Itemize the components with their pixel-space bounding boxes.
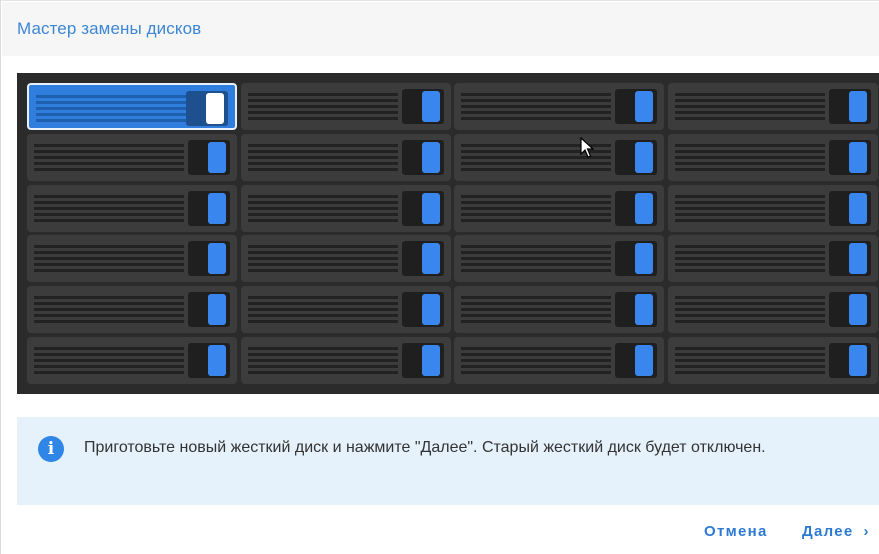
info-banner: i Приготовьте новый жесткий диск и нажми… bbox=[17, 417, 879, 505]
drive-status-led bbox=[848, 294, 867, 326]
drive-vent-lines bbox=[461, 194, 611, 222]
drive-status-led bbox=[635, 345, 653, 376]
drive-bay-2-2[interactable] bbox=[240, 133, 451, 181]
drive-bay-6-3[interactable] bbox=[454, 337, 664, 384]
info-icon: i bbox=[38, 436, 64, 462]
dialog-header: Мастер замены дисков bbox=[2, 2, 879, 56]
disk-replacement-wizard: Мастер замены дисков i Приготовьте новый… bbox=[0, 0, 879, 554]
drive-vent-lines bbox=[674, 245, 825, 273]
drive-bay-5-4[interactable] bbox=[667, 286, 878, 334]
drive-bay-6-2[interactable] bbox=[240, 337, 451, 384]
drive-vent-lines bbox=[461, 93, 611, 120]
drive-status-led bbox=[421, 141, 440, 173]
drive-chassis bbox=[17, 73, 879, 394]
drive-bay-4-3[interactable] bbox=[454, 235, 664, 283]
drive-vent-lines bbox=[247, 347, 398, 374]
drive-bay-1-4[interactable] bbox=[667, 83, 878, 130]
info-message: Приготовьте новый жесткий диск и нажмите… bbox=[84, 439, 766, 456]
drive-status-led bbox=[635, 141, 653, 173]
drive-vent-lines bbox=[34, 245, 184, 273]
drive-bay-4-4[interactable] bbox=[667, 235, 878, 283]
drive-bay-2-4[interactable] bbox=[667, 133, 878, 181]
drive-bay-6-4[interactable] bbox=[667, 337, 878, 384]
drive-vent-lines bbox=[34, 143, 184, 171]
drive-status-led bbox=[848, 141, 867, 173]
drive-vent-lines bbox=[34, 194, 184, 222]
drive-vent-lines bbox=[34, 347, 184, 374]
drive-vent-lines bbox=[461, 347, 611, 374]
drive-status-led bbox=[206, 93, 224, 124]
drive-bay-3-2[interactable] bbox=[240, 184, 451, 232]
drive-vent-lines bbox=[461, 296, 611, 324]
mouse-cursor-icon bbox=[580, 137, 594, 158]
drive-vent-lines bbox=[36, 95, 186, 122]
drive-vent-lines bbox=[247, 296, 398, 324]
drive-bay-3-4[interactable] bbox=[667, 184, 878, 232]
drive-bay-4-2[interactable] bbox=[240, 235, 451, 283]
drive-bay-3-3[interactable] bbox=[454, 184, 664, 232]
drive-status-led bbox=[635, 192, 653, 224]
drive-status-led bbox=[208, 294, 226, 326]
drive-status-led bbox=[635, 294, 653, 326]
next-button[interactable]: Далее › bbox=[802, 523, 870, 540]
cancel-button[interactable]: Отмена bbox=[704, 523, 768, 540]
drive-vent-lines bbox=[674, 296, 825, 324]
drive-status-led bbox=[848, 345, 867, 376]
drive-status-led bbox=[421, 294, 440, 326]
drive-vent-lines bbox=[247, 194, 398, 222]
drive-bay-3-1[interactable] bbox=[27, 184, 237, 232]
drive-status-led bbox=[421, 192, 440, 224]
drive-status-led bbox=[421, 91, 440, 122]
drive-status-led bbox=[208, 345, 226, 376]
next-button-label: Далее bbox=[802, 523, 854, 540]
drive-bay-1-2[interactable] bbox=[240, 83, 451, 130]
drive-vent-lines bbox=[674, 347, 825, 374]
drive-status-led bbox=[848, 91, 867, 122]
drive-vent-lines bbox=[461, 245, 611, 273]
drive-vent-lines bbox=[674, 93, 825, 120]
drive-bay-5-2[interactable] bbox=[240, 286, 451, 334]
drive-status-led bbox=[848, 243, 867, 275]
drive-bay-5-1[interactable] bbox=[27, 286, 237, 334]
chevron-right-icon: › bbox=[863, 523, 870, 540]
drive-bay-1-3[interactable] bbox=[454, 83, 664, 130]
drive-vent-lines bbox=[247, 93, 398, 120]
drive-bay-6-1[interactable] bbox=[27, 337, 237, 384]
drive-status-led bbox=[208, 243, 226, 275]
drive-status-led bbox=[421, 243, 440, 275]
drive-status-led bbox=[421, 345, 440, 376]
drive-bay-5-3[interactable] bbox=[454, 286, 664, 334]
drive-vent-lines bbox=[674, 143, 825, 171]
drive-bay-1-1[interactable] bbox=[27, 83, 237, 130]
drive-bay-4-1[interactable] bbox=[27, 235, 237, 283]
drive-vent-lines bbox=[247, 143, 398, 171]
drive-bay-2-3[interactable] bbox=[454, 133, 664, 181]
drive-status-led bbox=[208, 141, 226, 173]
drive-status-led bbox=[635, 243, 653, 275]
drive-vent-lines bbox=[34, 296, 184, 324]
drive-bay-2-1[interactable] bbox=[27, 133, 237, 181]
drive-status-led bbox=[848, 192, 867, 224]
drive-status-led bbox=[635, 91, 653, 122]
drive-vent-lines bbox=[674, 194, 825, 222]
drive-vent-lines bbox=[247, 245, 398, 273]
drive-status-led bbox=[208, 192, 226, 224]
dialog-title: Мастер замены дисков bbox=[17, 19, 202, 38]
